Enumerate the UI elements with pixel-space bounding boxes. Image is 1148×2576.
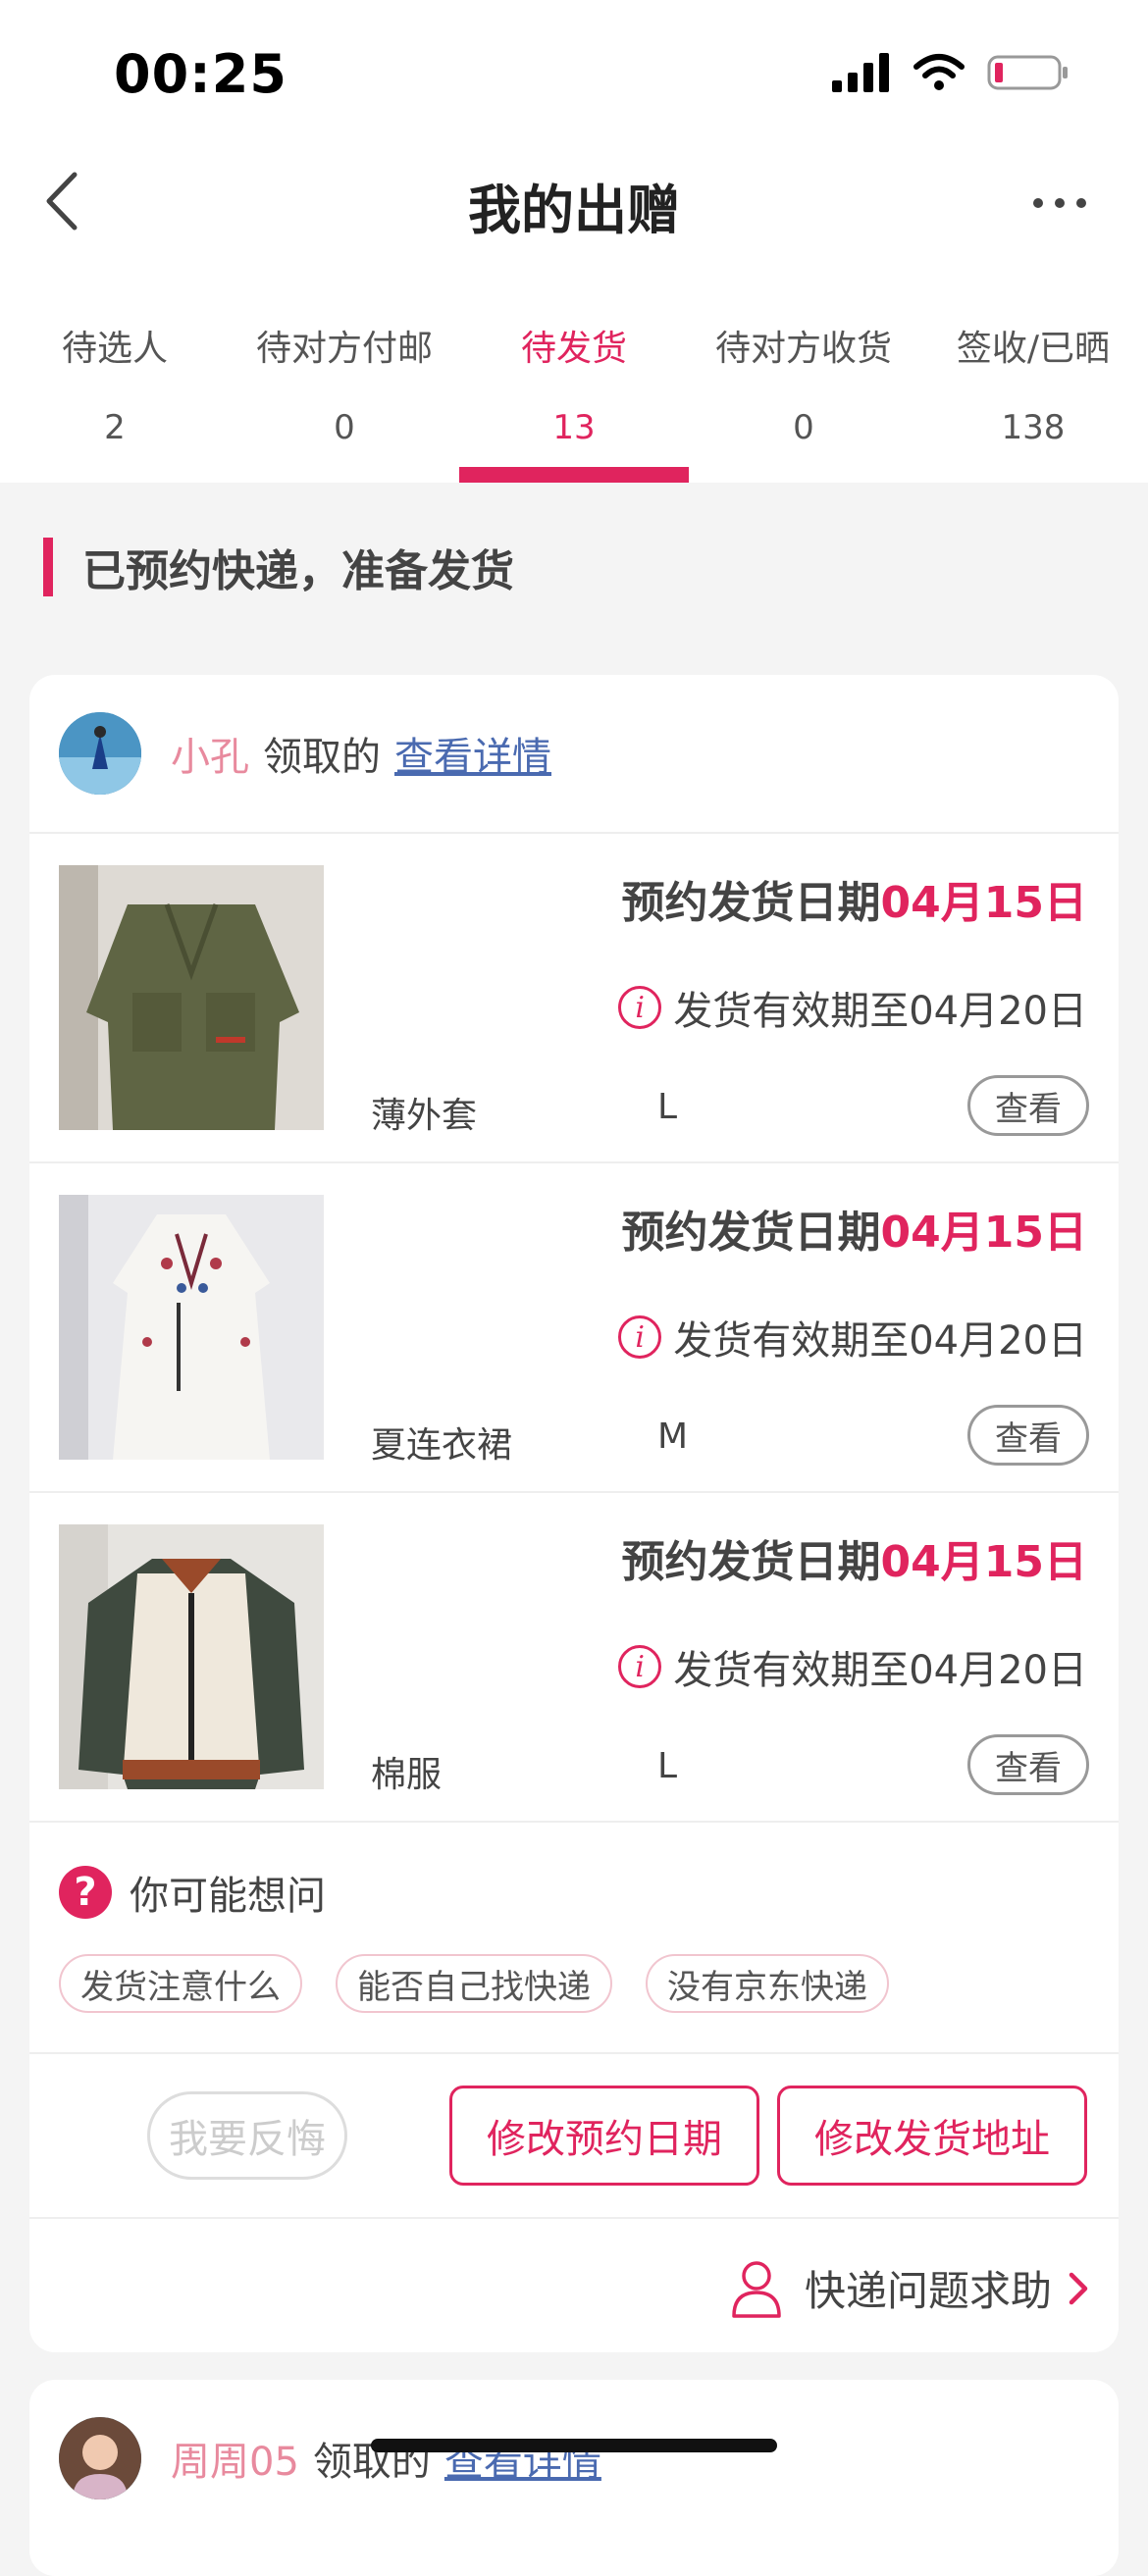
tab-count: 2 [104, 408, 126, 447]
ship-date-label: 预约发货日期 [621, 1537, 881, 1587]
chevron-right-icon [1069, 2272, 1088, 2304]
valid-until-text: 发货有效期至04月20日 [673, 1648, 1087, 1693]
action-bar: 我要反悔 修改预约日期 修改发货地址 [29, 2054, 1119, 2219]
ship-date: 预约发货日期04月15日 [622, 1526, 1087, 1589]
ship-date-value: 04月15日 [880, 1208, 1087, 1258]
tab-label: 待对方付邮 [255, 329, 433, 369]
faq-header: ? 你可能想问 [59, 1864, 326, 1921]
tab-received[interactable]: 签收/已晒 138 [918, 314, 1148, 483]
tab-count: 13 [552, 408, 596, 447]
section-title: 已预约快递，准备发货 [82, 546, 514, 596]
status-icons [832, 53, 1070, 92]
modify-date-button[interactable]: 修改预约日期 [449, 2086, 759, 2186]
claimed-text: 领取的 [263, 735, 381, 780]
faq-chip[interactable]: 没有京东快递 [646, 1954, 889, 2013]
tab-awaiting-postage[interactable]: 待对方付邮 0 [230, 314, 459, 483]
order-card: 周周05 领取的 查看详情 [29, 2380, 1119, 2576]
header-area: 00:25 我的出赠 待选人 2 待对方付邮 0 待发货 13 待对方收货 0 … [0, 0, 1148, 483]
wifi-icon [913, 54, 965, 90]
recipient-name[interactable]: 周周05 [171, 2430, 299, 2487]
cellular-signal-icon [832, 53, 889, 92]
valid-until: i 发货有效期至04月20日 [618, 979, 1087, 1036]
tab-label: 待对方收货 [714, 329, 892, 369]
shipping-help-label: 快递问题求助 [804, 2267, 1052, 2315]
faq-title: 你可能想问 [130, 1874, 326, 1919]
list-item: 预约发货日期04月15日 i 发货有效期至04月20日 薄外套 L 查看 [29, 834, 1119, 1163]
tab-to-select[interactable]: 待选人 2 [0, 314, 230, 483]
info-icon: i [618, 986, 662, 1029]
tab-label: 待发货 [520, 329, 627, 369]
status-time: 00:25 [114, 43, 287, 105]
ship-date-value: 04月15日 [880, 1537, 1087, 1587]
more-icon[interactable] [1030, 188, 1089, 218]
person-icon [732, 2260, 781, 2318]
valid-until-text: 发货有效期至04月20日 [673, 1318, 1087, 1364]
page-title: 我的出赠 [468, 180, 680, 241]
valid-until: i 发货有效期至04月20日 [618, 1309, 1087, 1365]
avatar[interactable] [59, 712, 141, 795]
ship-date: 预约发货日期04月15日 [622, 1197, 1087, 1260]
active-tab-indicator [459, 467, 689, 483]
item-size: M [657, 1417, 689, 1457]
item-name: 棉服 [371, 1755, 443, 1795]
view-button[interactable]: 查看 [967, 1075, 1089, 1136]
card-header: 小孔 领取的 查看详情 [29, 675, 1119, 834]
regret-button[interactable]: 我要反悔 [147, 2091, 347, 2180]
tab-label: 签收/已晒 [956, 329, 1111, 369]
item-image[interactable] [59, 865, 324, 1130]
faq-chips: 发货注意什么 能否自己找快递 没有京东快递 [59, 1954, 889, 2013]
order-card: 小孔 领取的 查看详情 预约发货日期04月15日 i 发货有效期至04月20日 … [29, 675, 1119, 2352]
valid-until-text: 发货有效期至04月20日 [673, 989, 1087, 1034]
view-button[interactable]: 查看 [967, 1405, 1089, 1466]
item-image[interactable] [59, 1524, 324, 1789]
tab-count: 0 [334, 408, 355, 447]
item-size: L [657, 1746, 678, 1786]
item-name: 薄外套 [371, 1096, 478, 1136]
tab-count: 138 [1001, 408, 1066, 447]
avatar[interactable] [59, 2417, 141, 2499]
tab-label: 待选人 [61, 329, 168, 369]
tab-to-ship[interactable]: 待发货 13 [459, 314, 689, 483]
home-indicator[interactable] [371, 2439, 777, 2452]
faq-section: ? 你可能想问 发货注意什么 能否自己找快递 没有京东快递 [29, 1823, 1119, 2054]
ship-date-label: 预约发货日期 [621, 878, 881, 928]
card-header: 周周05 领取的 查看详情 [29, 2380, 1119, 2537]
recipient-name[interactable]: 小孔 [171, 725, 249, 782]
tab-count: 0 [793, 408, 814, 447]
status-tabs: 待选人 2 待对方付邮 0 待发货 13 待对方收货 0 签收/已晒 138 [0, 314, 1148, 483]
view-details-link[interactable]: 查看详情 [394, 725, 551, 782]
ship-date-label: 预约发货日期 [621, 1208, 881, 1258]
info-icon: i [618, 1315, 662, 1359]
shipping-help-row: 快递问题求助 [730, 2258, 1089, 2318]
valid-until: i 发货有效期至04月20日 [618, 1638, 1087, 1695]
section-accent-bar [43, 538, 53, 596]
shipping-help[interactable]: 快递问题求助 [29, 2219, 1119, 2358]
ship-date-value: 04月15日 [880, 878, 1087, 928]
list-item: 预约发货日期04月15日 i 发货有效期至04月20日 棉服 L 查看 [29, 1493, 1119, 1823]
battery-low-icon [987, 55, 1068, 90]
item-size: L [657, 1087, 678, 1127]
info-icon: i [618, 1645, 662, 1688]
ship-date: 预约发货日期04月15日 [622, 867, 1087, 930]
item-image[interactable] [59, 1195, 324, 1460]
item-name: 夏连衣裙 [371, 1425, 513, 1466]
tab-awaiting-receipt[interactable]: 待对方收货 0 [689, 314, 918, 483]
faq-chip[interactable]: 能否自己找快递 [336, 1954, 612, 2013]
section-header: 已预约快递，准备发货 [43, 538, 514, 596]
view-button[interactable]: 查看 [967, 1734, 1089, 1795]
faq-chip[interactable]: 发货注意什么 [59, 1954, 302, 2013]
modify-address-button[interactable]: 修改发货地址 [777, 2086, 1087, 2186]
list-item: 预约发货日期04月15日 i 发货有效期至04月20日 夏连衣裙 M 查看 [29, 1163, 1119, 1493]
question-icon: ? [59, 1866, 112, 1919]
